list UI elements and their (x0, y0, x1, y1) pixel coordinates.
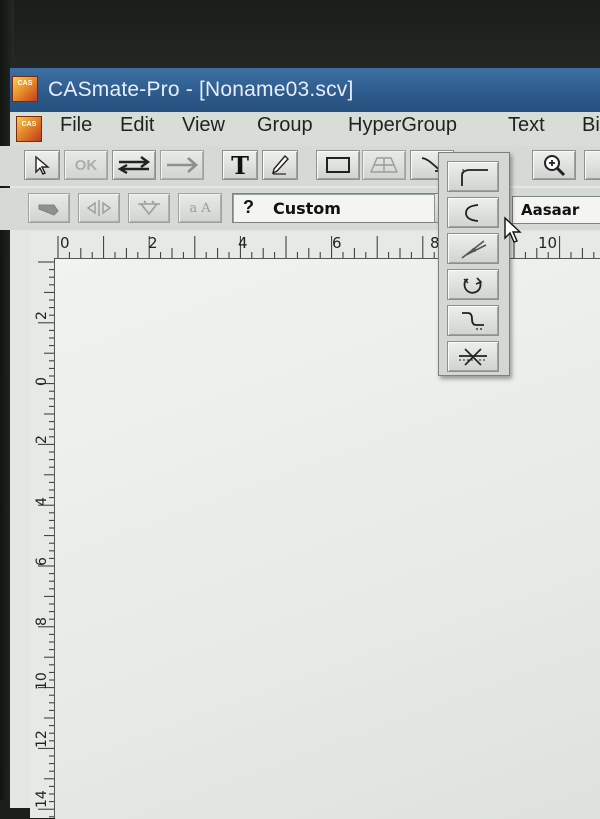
rectangle-icon (326, 157, 350, 173)
perspective-icon (369, 157, 399, 173)
menu-text[interactable]: Text (508, 114, 545, 137)
select-arrow-button[interactable] (24, 150, 60, 180)
ruler-h-label: 6 (332, 234, 342, 252)
menu-group[interactable]: Group (257, 114, 313, 137)
ruler-v-label: 4 (34, 497, 50, 506)
tangent-line-icon (461, 239, 487, 259)
app-logo-icon[interactable]: CAS (12, 76, 38, 102)
drawing-canvas[interactable] (55, 259, 600, 819)
ruler-h-label: 2 (148, 234, 158, 252)
ruler-v-label: 12 (34, 730, 50, 748)
text-spacing-icon: a A (189, 200, 211, 216)
swap-arrows-icon (117, 156, 151, 175)
zoom-in-icon (544, 155, 566, 177)
document-menu-icon[interactable]: CAS (16, 116, 42, 142)
mirror-icon (86, 200, 112, 216)
menu-view[interactable]: View (182, 114, 225, 137)
menu-bar: CAS File Edit View Group HyperGroup Text… (10, 112, 600, 146)
ok-label: OK (74, 156, 98, 174)
text-tool-button[interactable]: T (222, 150, 258, 180)
arc-tool-button[interactable] (447, 197, 499, 228)
rectangle-button[interactable] (316, 150, 360, 180)
perspective-button[interactable] (362, 150, 406, 180)
mouse-pointer-icon (504, 216, 522, 243)
ruler-v-label: 8 (34, 617, 50, 626)
menu-hypergroup[interactable]: HyperGroup (348, 114, 457, 137)
pencil-icon (271, 154, 289, 175)
zoom-in-button[interactable] (532, 150, 576, 180)
rotate-point-button[interactable] (447, 269, 499, 300)
text-tool-icon: T (231, 150, 249, 180)
ruler-v-label: 6 (34, 557, 50, 566)
ok-button[interactable]: OK (64, 150, 108, 180)
fillet-corner-button[interactable] (447, 161, 499, 192)
ruler-v-label: 2 (34, 311, 50, 320)
ruler-h-label: 10 (538, 234, 558, 252)
node-tool-icon (38, 204, 59, 216)
select-arrow-icon (35, 155, 50, 175)
trim-cross-icon (459, 347, 487, 366)
tangent-line-button[interactable] (447, 233, 499, 264)
title-bar[interactable]: CAS CASmate-Pro - [Noname03.scv] (10, 68, 600, 112)
arc-tool-icon (465, 203, 479, 222)
weld-button[interactable] (128, 193, 170, 223)
ruler-v-label: 0 (34, 377, 50, 386)
swap-button[interactable] (112, 150, 156, 180)
curve-tools-flyout (438, 152, 510, 376)
pencil-button[interactable] (262, 150, 298, 180)
ruler-h-label: 0 (60, 234, 70, 252)
right-arrow-icon (167, 157, 198, 173)
ruler-v-label: 10 (34, 672, 50, 690)
weld-icon (138, 200, 160, 216)
menu-bi[interactable]: Bi (582, 114, 600, 137)
trim-cross-button[interactable] (447, 341, 499, 372)
offset-curve-icon (462, 311, 484, 330)
style-combo[interactable]: ? Custom (232, 193, 456, 223)
mirror-button[interactable] (78, 193, 120, 223)
monitor-bezel (0, 0, 600, 70)
fillet-corner-icon (461, 168, 488, 186)
vertical-ruler[interactable]: 2 0 2 4 6 8 10 12 14 (30, 258, 55, 818)
ruler-h-label: 4 (238, 234, 248, 252)
forward-button[interactable] (160, 150, 204, 180)
toolbar-next-button[interactable] (584, 150, 600, 180)
menu-file[interactable]: File (60, 114, 92, 137)
rotate-point-icon (463, 276, 483, 294)
style-help-icon: ? (243, 197, 254, 217)
menu-edit[interactable]: Edit (120, 114, 154, 137)
text-spacing-button[interactable]: a A (178, 193, 222, 223)
node-tool-button[interactable] (28, 193, 70, 223)
ruler-v-label: 2 (34, 435, 50, 444)
style-combo-value: Custom (273, 199, 341, 218)
ruler-v-label: 14 (34, 790, 50, 808)
window-title: CASmate-Pro - [Noname03.scv] (48, 78, 354, 101)
offset-curve-button[interactable] (447, 305, 499, 336)
ruler-corner (30, 232, 54, 258)
